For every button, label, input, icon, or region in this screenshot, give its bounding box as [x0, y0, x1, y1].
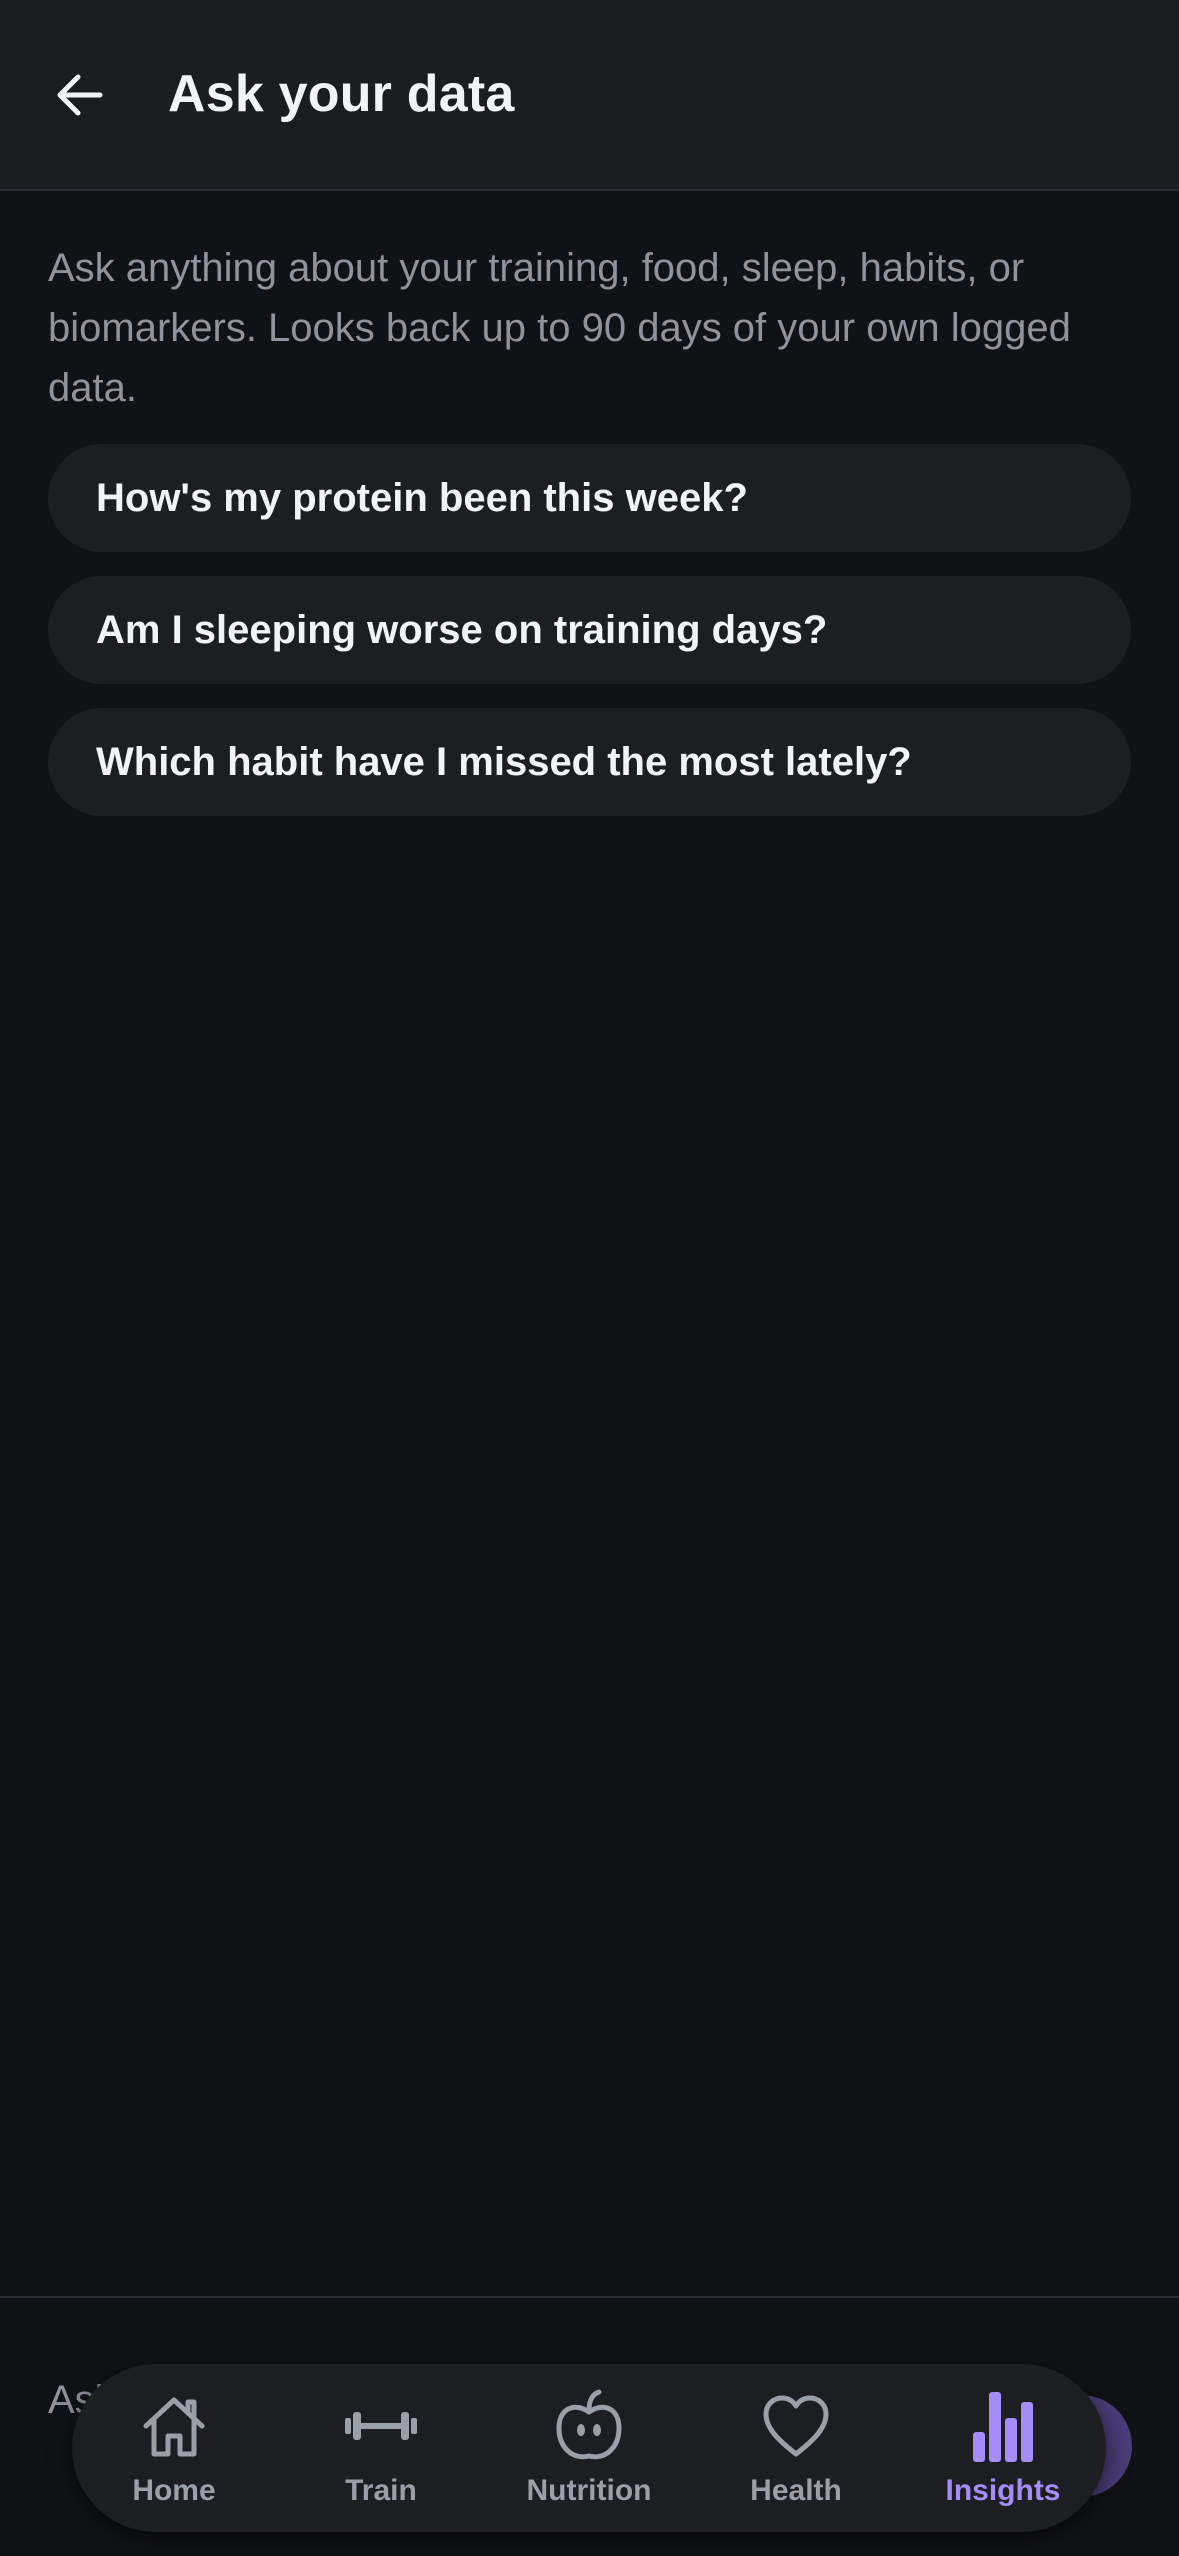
- suggestion-chip[interactable]: How's my protein been this week?: [48, 444, 1131, 552]
- tab-insights[interactable]: Insights: [903, 2364, 1103, 2532]
- tab-label: Nutrition: [526, 2474, 652, 2507]
- header-bar: Ask your data: [0, 0, 1179, 191]
- tab-home[interactable]: Home: [74, 2364, 274, 2532]
- tab-label: Train: [345, 2474, 417, 2507]
- tab-label: Home: [132, 2474, 216, 2507]
- heart-icon: [756, 2386, 836, 2466]
- tab-health[interactable]: Health: [696, 2364, 896, 2532]
- composer-divider: [0, 2296, 1179, 2298]
- tab-nutrition[interactable]: Nutrition: [489, 2364, 689, 2532]
- intro-text: Ask anything about your training, food, …: [48, 246, 1071, 410]
- back-button[interactable]: [40, 55, 120, 135]
- dumbbell-icon: [341, 2386, 421, 2466]
- app-screen: Ask your data Ask anything about your tr…: [0, 0, 1179, 2556]
- tab-label: Health: [750, 2474, 842, 2507]
- bar-chart-icon: [963, 2386, 1043, 2466]
- home-icon: [134, 2386, 214, 2466]
- apple-icon: [549, 2386, 629, 2466]
- tab-train[interactable]: Train: [281, 2364, 481, 2532]
- suggestion-chip[interactable]: Which habit have I missed the most latel…: [48, 708, 1131, 816]
- arrow-left-icon: [57, 74, 103, 116]
- suggestion-chip[interactable]: Am I sleeping worse on training days?: [48, 576, 1131, 684]
- page-title: Ask your data: [168, 65, 515, 123]
- bottom-tab-bar: Home Train Nutrition Health Insights: [72, 2364, 1106, 2532]
- tab-label: Insights: [945, 2474, 1061, 2507]
